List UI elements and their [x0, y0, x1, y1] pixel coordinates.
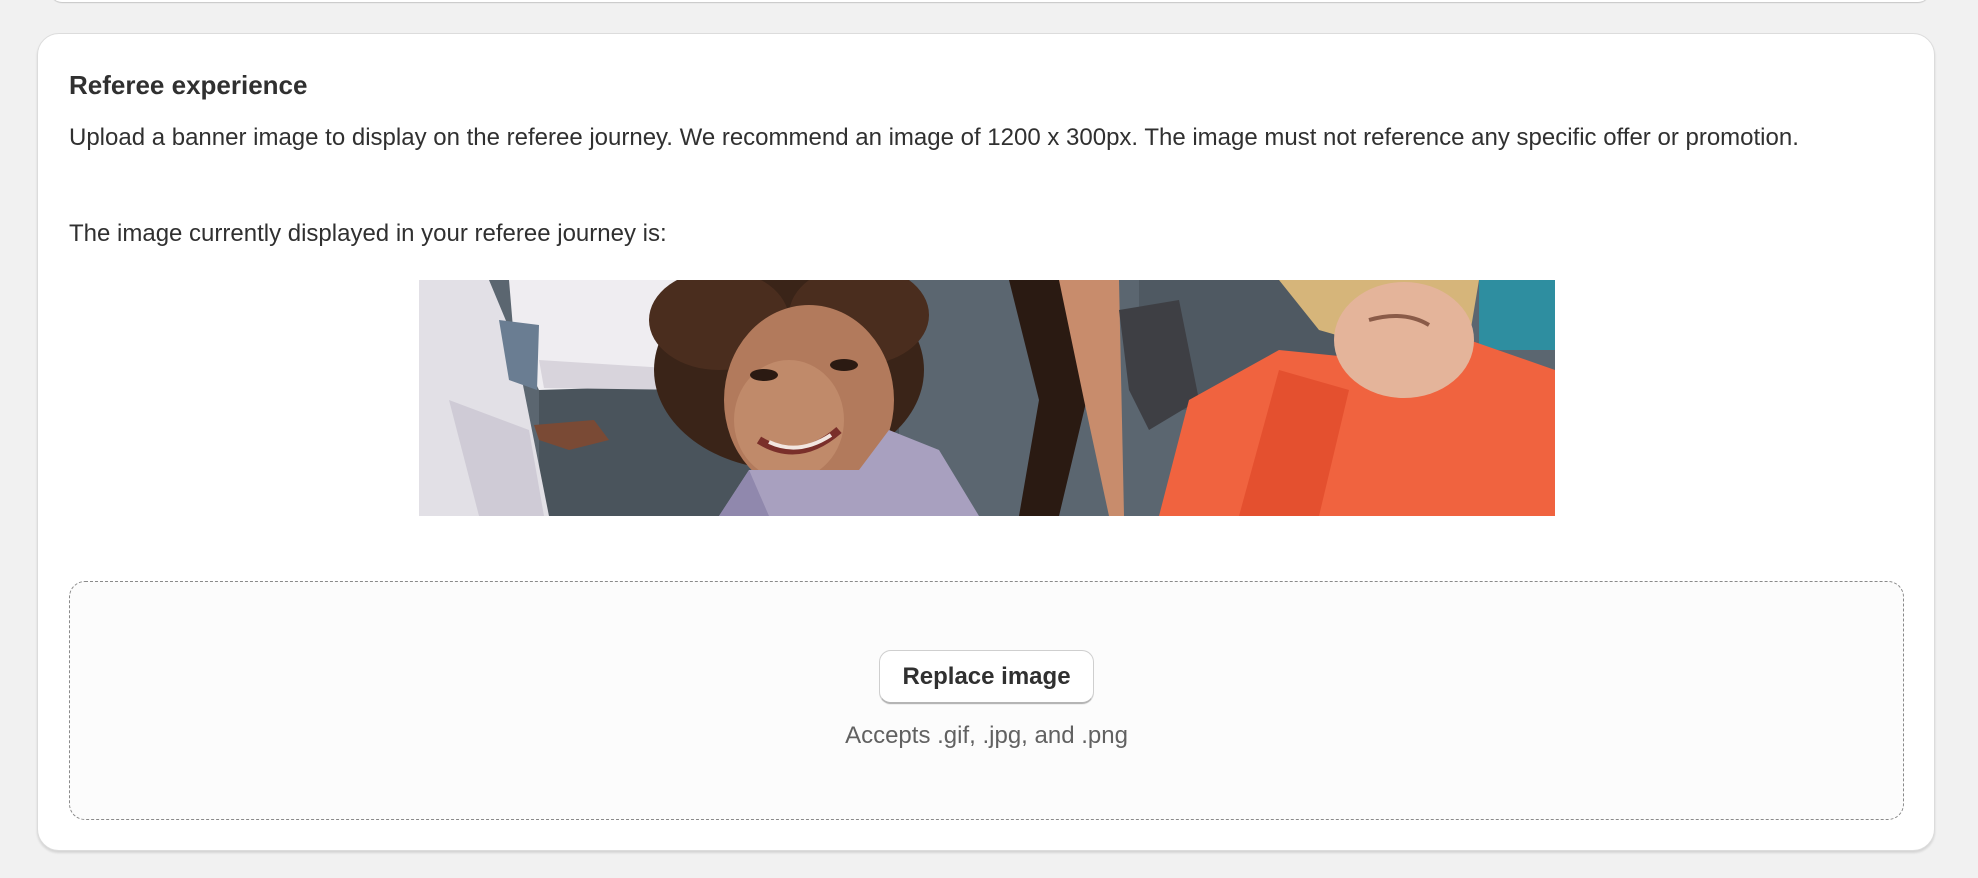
image-dropzone[interactable]: Replace image Accepts .gif, .jpg, and .p… [69, 581, 1904, 820]
referee-experience-card: Referee experience Upload a banner image… [37, 33, 1935, 851]
accepted-formats-text: Accepts .gif, .jpg, and .png [845, 722, 1128, 749]
replace-image-button[interactable]: Replace image [879, 650, 1094, 704]
current-image-label: The image currently displayed in your re… [69, 220, 667, 247]
previous-card-edge [50, 0, 1930, 2]
section-description: Upload a banner image to display on the … [69, 124, 1799, 151]
banner-photo [419, 280, 1555, 516]
banner-image [419, 280, 1555, 516]
section-title: Referee experience [69, 70, 308, 100]
